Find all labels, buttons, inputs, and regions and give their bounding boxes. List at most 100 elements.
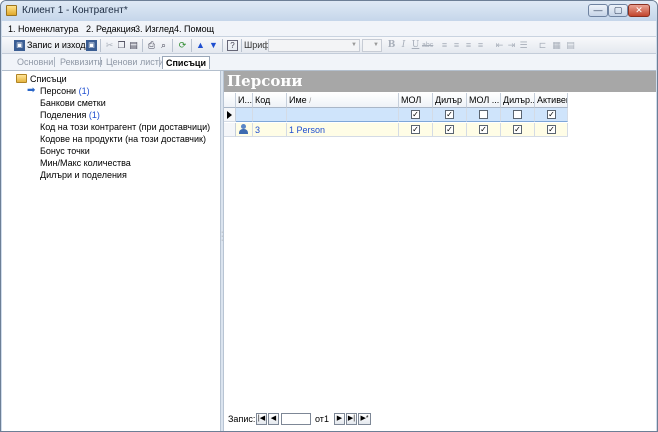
tab-separator <box>159 57 160 67</box>
print-icon[interactable]: ⎙ <box>146 40 157 51</box>
menu-view[interactable]: 3. Изглед <box>135 24 174 34</box>
align-center-icon[interactable]: ≡ <box>451 40 462 51</box>
tree-item-min-max[interactable]: Мин/Макс количества <box>40 158 131 168</box>
font-size-select[interactable]: ▼ <box>362 39 382 52</box>
column-header-dealer[interactable]: Дилър <box>433 93 467 108</box>
outdent-icon[interactable]: ⇤ <box>494 40 505 51</box>
refresh-icon[interactable]: ⟳ <box>177 40 188 51</box>
cell-name[interactable]: 1 Person <box>287 123 399 137</box>
paste-icon[interactable]: ▤ <box>128 40 139 51</box>
checkbox-active[interactable]: ✓ <box>547 125 556 134</box>
tree-root[interactable]: Списъци <box>16 74 67 84</box>
tree-item-bonus-points[interactable]: Бонус точки <box>40 146 90 156</box>
main-area: Списъци ➡ Персони (1) Банкови сметки Под… <box>2 70 656 431</box>
tree-item-label: Мин/Макс количества <box>40 158 131 168</box>
last-record-button[interactable]: ▶| <box>346 413 357 425</box>
checkbox-mol-2[interactable] <box>479 110 488 119</box>
print-preview-icon[interactable]: ⌕ <box>158 40 169 51</box>
checkbox-active[interactable]: ✓ <box>547 110 556 119</box>
cut-icon[interactable]: ✂ <box>104 40 115 51</box>
close-button[interactable]: ✕ <box>628 4 650 17</box>
align-justify-icon[interactable]: ≡ <box>475 40 486 51</box>
menu-nomenclature[interactable]: 1. Номенклатура <box>8 24 78 34</box>
toolbar-separator <box>191 39 192 52</box>
cell-name[interactable] <box>287 108 399 122</box>
arrow-down-icon[interactable]: ▼ <box>208 40 219 51</box>
cell-icon[interactable] <box>236 108 253 122</box>
tab-main[interactable]: Основни <box>14 56 56 69</box>
strikethrough-icon[interactable]: abc <box>422 40 433 51</box>
column-header-icon[interactable]: И... <box>236 93 253 108</box>
next-record-button[interactable]: ▶ <box>334 413 345 425</box>
checkbox-mol[interactable]: ✓ <box>411 110 420 119</box>
save-and-exit-button[interactable]: Запис и изход <box>27 40 85 50</box>
record-number-input[interactable] <box>281 413 311 425</box>
menu-help[interactable]: 4. Помощ <box>174 24 214 34</box>
record-navigator: Запис: |◀ ◀ от 1 ▶ ▶| ▶* <box>224 409 656 431</box>
save-close-icon[interactable]: ▣ <box>86 40 97 51</box>
menu-edit[interactable]: 2. Редакция <box>86 24 136 34</box>
person-icon <box>239 124 248 135</box>
tree-item-contractor-code[interactable]: Код на този контрагент (при доставчици) <box>40 122 210 132</box>
cell-code[interactable]: 3 <box>253 123 287 137</box>
insert-icon[interactable]: ⊏ <box>537 40 548 51</box>
bold-icon[interactable]: B <box>386 40 397 51</box>
splitter-grip-icon: · · · <box>221 229 224 244</box>
tab-separator <box>54 57 55 67</box>
align-left-icon[interactable]: ≡ <box>439 40 450 51</box>
tree-item-product-codes[interactable]: Кодове на продукти (на този доставчик) <box>40 134 206 144</box>
column-header-name[interactable]: Име / <box>287 93 399 108</box>
tree-item-bank-accounts[interactable]: Банкови сметки <box>40 98 106 108</box>
tree-item-count: (1) <box>88 110 100 120</box>
tree-item-divisions[interactable]: Поделения (1) <box>40 110 100 120</box>
checkbox-dealer-2[interactable]: ✓ <box>513 125 522 134</box>
tree-item-label: Поделения <box>40 110 87 120</box>
copy-icon[interactable]: ❐ <box>116 40 127 51</box>
checkbox-mol-2[interactable]: ✓ <box>479 125 488 134</box>
pane-header: Персони <box>224 71 656 92</box>
tree-item-label: Дилъри и поделения <box>40 170 127 180</box>
cell-code[interactable] <box>253 108 287 122</box>
folder-icon <box>16 74 27 83</box>
tab-price-lists[interactable]: Ценови листи <box>103 56 167 69</box>
underline-icon[interactable]: U <box>410 40 421 51</box>
insert-image-icon[interactable]: ▦ <box>551 40 562 51</box>
checkbox-dealer[interactable]: ✓ <box>445 110 454 119</box>
maximize-button[interactable]: ▢ <box>608 4 628 17</box>
tree-item-dealers[interactable]: Дилъри и поделения <box>40 170 127 180</box>
arrow-up-icon[interactable]: ▲ <box>195 40 206 51</box>
checkbox-mol[interactable]: ✓ <box>411 125 420 134</box>
tree-item-count: (1) <box>78 86 90 96</box>
minimize-button[interactable]: — <box>588 4 608 17</box>
help-icon[interactable]: ? <box>227 40 238 51</box>
indent-icon[interactable]: ⇥ <box>506 40 517 51</box>
persons-pane: Персони И... Код Име / МОЛ Дилър МОЛ ...… <box>224 71 656 431</box>
bullets-icon[interactable]: ☰ <box>518 40 529 51</box>
cell-dealer: ✓ <box>433 108 467 122</box>
tab-requisites[interactable]: Реквизити <box>57 56 106 69</box>
column-header-code[interactable]: Код <box>253 93 287 108</box>
tree-item-persons[interactable]: Персони (1) <box>40 86 90 96</box>
font-select[interactable]: ▼ <box>268 39 360 52</box>
italic-icon[interactable]: I <box>398 40 409 51</box>
align-right-icon[interactable]: ≡ <box>463 40 474 51</box>
prev-record-button[interactable]: ◀ <box>268 413 279 425</box>
tab-bar: Основни Реквизити Ценови листи Списъци <box>2 54 656 70</box>
checkbox-dealer[interactable]: ✓ <box>445 125 454 134</box>
column-header-mol[interactable]: МОЛ <box>399 93 433 108</box>
first-record-button[interactable]: |◀ <box>256 413 267 425</box>
cell-mol: ✓ <box>399 108 433 122</box>
tab-separator <box>100 57 101 67</box>
cell-dealer-2 <box>501 108 535 122</box>
lists-tree: Списъци ➡ Персони (1) Банкови сметки Под… <box>2 71 220 431</box>
app-icon <box>6 5 17 16</box>
tab-lists[interactable]: Списъци <box>162 56 210 69</box>
column-header-active[interactable]: Активен <box>535 93 568 108</box>
checkbox-dealer-2[interactable] <box>513 110 522 119</box>
column-header-dealer-2[interactable]: Дилър... <box>501 93 535 108</box>
chevron-down-icon: ▼ <box>351 42 357 48</box>
column-header-mol-2[interactable]: МОЛ ... <box>467 93 501 108</box>
sort-icon: / <box>309 98 312 105</box>
new-record-button[interactable]: ▶* <box>358 413 371 425</box>
insert-table-icon[interactable]: ▤ <box>565 40 576 51</box>
